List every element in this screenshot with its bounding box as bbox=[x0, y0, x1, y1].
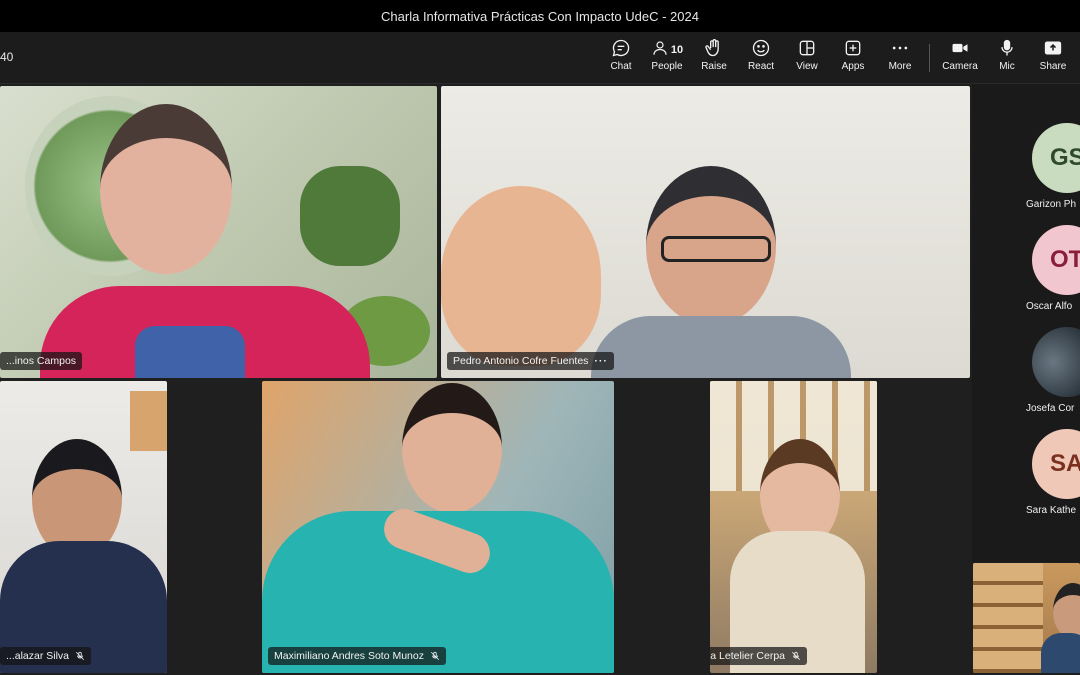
participant-face bbox=[100, 104, 232, 274]
people-count: 10 bbox=[670, 43, 684, 56]
self-body bbox=[1041, 633, 1080, 673]
mic-label: Mic bbox=[999, 61, 1015, 72]
video-stage: ...inos Campos Pedro Antonio Cofre Fuent… bbox=[0, 84, 1080, 675]
participant-name: Maximiliano Andres Soto Munoz bbox=[274, 650, 424, 662]
avatar-initials: GS bbox=[1050, 144, 1080, 171]
video-tile[interactable]: ...inos Campos bbox=[0, 86, 437, 378]
meeting-title: Charla Informativa Prácticas Con Impacto… bbox=[381, 8, 699, 24]
sidebar-participant[interactable]: GS Garizon Ph bbox=[1026, 123, 1080, 210]
participant-face bbox=[402, 383, 502, 513]
background-shelf bbox=[130, 391, 167, 451]
participant-name-chip: Maximiliano Andres Soto Munoz bbox=[268, 647, 446, 665]
camera-icon bbox=[952, 43, 968, 53]
participant-name-chip: Aracely Constanza Letelier Cerpa bbox=[710, 647, 807, 665]
more-options-icon[interactable]: ··· bbox=[594, 355, 608, 367]
raise-label: Raise bbox=[701, 61, 727, 72]
apps-label: Apps bbox=[841, 61, 865, 72]
share-button[interactable]: Share bbox=[1040, 38, 1066, 80]
participant-name-chip: Pedro Antonio Cofre Fuentes ··· bbox=[447, 352, 614, 370]
avatar: OT bbox=[1032, 225, 1080, 295]
more-label: More bbox=[888, 61, 912, 72]
apps-plus-icon bbox=[845, 40, 861, 56]
avatar: GS bbox=[1032, 123, 1080, 193]
participant-name: Pedro Antonio Cofre Fuentes bbox=[453, 355, 589, 367]
react-button[interactable]: React bbox=[746, 38, 776, 80]
share-icon bbox=[1044, 41, 1062, 55]
share-label: Share bbox=[1039, 61, 1067, 72]
self-face bbox=[1053, 583, 1080, 639]
participant-blouse bbox=[135, 326, 245, 378]
people-button[interactable]: 10 People bbox=[650, 38, 684, 80]
participant-name: Oscar Alfo bbox=[1026, 301, 1073, 312]
avatar: SA bbox=[1032, 429, 1080, 499]
participant-name: Sara Kathe bbox=[1026, 505, 1077, 516]
mic-off-icon bbox=[791, 651, 801, 661]
people-icon bbox=[653, 41, 667, 55]
smiley-icon bbox=[752, 39, 770, 57]
chat-label: Chat bbox=[610, 61, 632, 72]
avatar-initials: SA bbox=[1050, 450, 1080, 477]
chat-button[interactable]: Chat bbox=[607, 38, 635, 80]
sidebar-participant[interactable]: Josefa Cor bbox=[1026, 327, 1080, 414]
participant-name: Aracely Constanza Letelier Cerpa bbox=[710, 650, 785, 662]
raise-hand-button[interactable]: Raise bbox=[699, 38, 729, 80]
waving-hand bbox=[441, 186, 601, 366]
background-bookshelf bbox=[973, 563, 1043, 673]
mic-off-icon bbox=[75, 651, 85, 661]
participant-body bbox=[591, 316, 851, 378]
participant-name: ...alazar Silva bbox=[6, 650, 70, 662]
mic-button[interactable]: Mic bbox=[996, 38, 1018, 80]
meeting-toolbar: 40 Chat 10 People Raise React View Apps … bbox=[0, 32, 1080, 84]
avatar-photo bbox=[1032, 327, 1080, 397]
sidebar-participant[interactable]: OT Oscar Alfo bbox=[1026, 225, 1080, 312]
self-view-tile[interactable] bbox=[973, 563, 1080, 673]
participant-sidebar: GS Garizon Ph OT Oscar Alfo Josefa Cor S… bbox=[972, 84, 1080, 562]
video-tile[interactable]: Aracely Constanza Letelier Cerpa bbox=[710, 381, 877, 673]
react-label: React bbox=[747, 61, 775, 72]
view-button[interactable]: View bbox=[793, 38, 821, 80]
apps-button[interactable]: Apps bbox=[839, 38, 867, 80]
toolbar-divider bbox=[929, 44, 930, 72]
people-label: People bbox=[651, 61, 683, 72]
background-bonsai bbox=[300, 166, 400, 266]
more-button[interactable]: More bbox=[885, 38, 915, 80]
title-bar: Charla Informativa Prácticas Con Impacto… bbox=[0, 0, 1080, 32]
camera-label: Camera bbox=[942, 61, 978, 72]
more-dots-icon bbox=[892, 46, 908, 50]
view-label: View bbox=[796, 61, 818, 72]
participant-name: Garizon Ph bbox=[1026, 199, 1077, 210]
view-grid-icon bbox=[799, 40, 815, 56]
participant-name: ...inos Campos bbox=[6, 355, 77, 367]
avatar-initials: OT bbox=[1050, 246, 1080, 273]
participant-name-chip: ...alazar Silva bbox=[0, 647, 92, 665]
mic-off-icon bbox=[430, 651, 440, 661]
sidebar-participant[interactable]: SA Sara Kathe bbox=[1026, 429, 1080, 516]
camera-button[interactable]: Camera bbox=[942, 38, 978, 80]
video-tile[interactable]: Maximiliano Andres Soto Munoz bbox=[262, 381, 614, 673]
chat-icon bbox=[612, 39, 630, 57]
meeting-timer: 40 bbox=[0, 50, 14, 64]
video-tile[interactable]: Pedro Antonio Cofre Fuentes ··· bbox=[441, 86, 970, 378]
video-tile[interactable]: ...alazar Silva bbox=[0, 381, 167, 673]
participant-name: Josefa Cor bbox=[1026, 403, 1075, 414]
mic-icon bbox=[1001, 39, 1013, 56]
participant-name-chip: ...inos Campos bbox=[0, 352, 83, 370]
hand-icon bbox=[705, 39, 719, 57]
participant-glasses bbox=[661, 236, 771, 262]
